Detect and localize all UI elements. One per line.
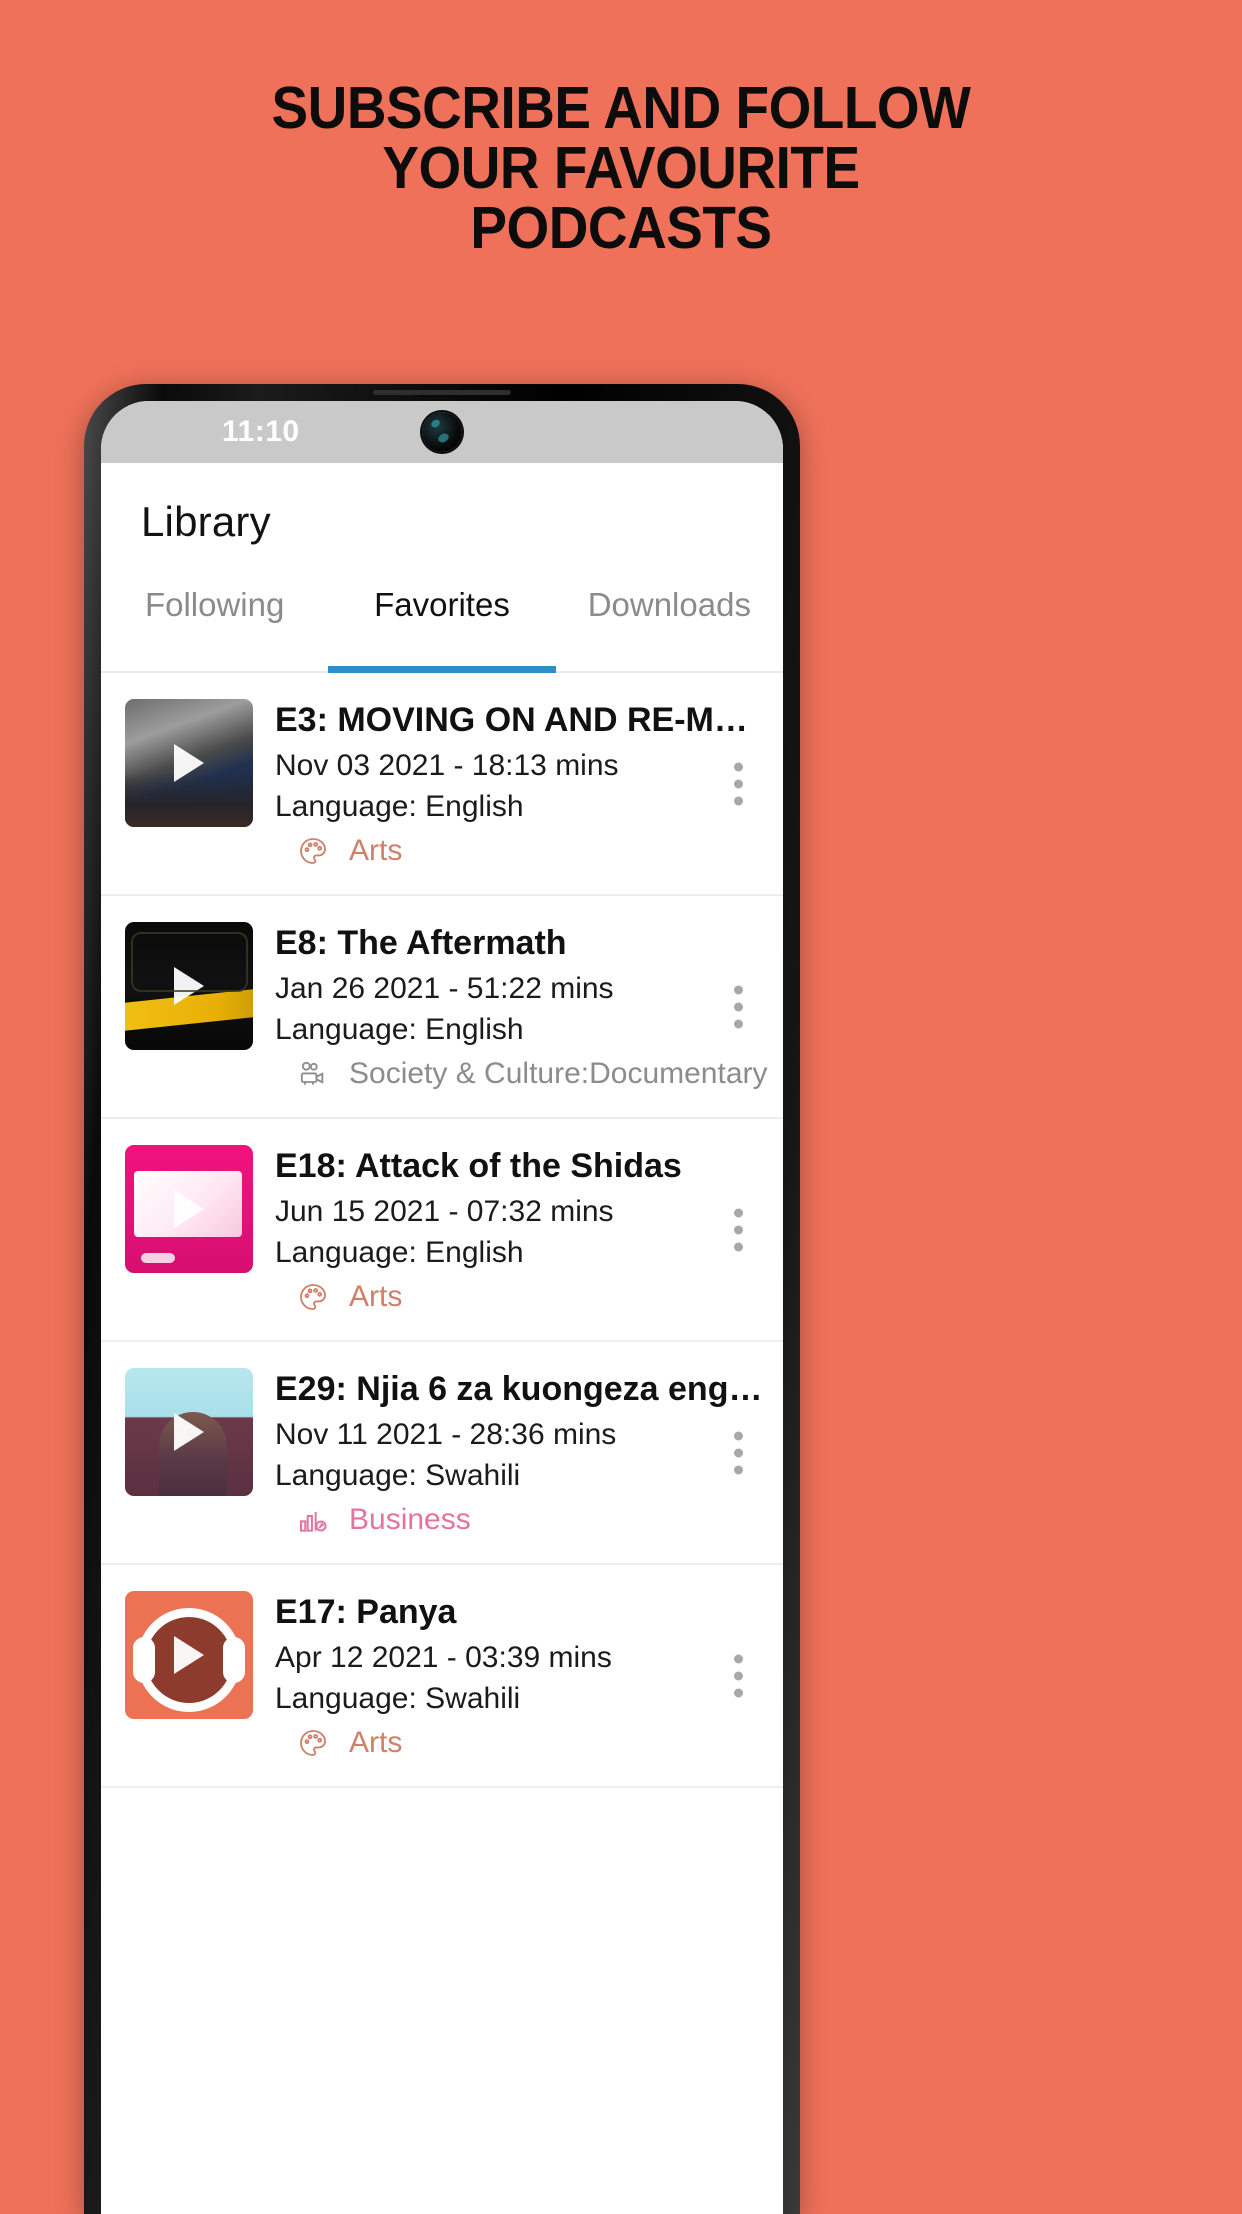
overflow-menu-icon[interactable] [733, 762, 743, 805]
episode-language: Language: Swahili [275, 1459, 521, 1492]
tab-downloads-label: Downloads [587, 586, 751, 623]
episode-meta: E17: Panya Apr 12 2021 - 03:39 mins Lang… [275, 1591, 783, 1760]
tab-favorites[interactable]: Favorites [328, 581, 556, 673]
promo-headline-line-2: YOUR FAVOURITE [382, 135, 860, 201]
episode-title: E8: The Aftermath [275, 924, 567, 962]
palette-icon [300, 1284, 326, 1310]
episode-title: E17: Panya [275, 1593, 457, 1631]
play-icon[interactable] [174, 967, 204, 1005]
tab-following[interactable]: Following [101, 581, 328, 671]
tab-downloads[interactable]: Downloads [556, 581, 783, 671]
promo-headline-line-3: PODCASTS [470, 195, 772, 261]
status-bar: 11:10 [101, 401, 783, 463]
episode-row[interactable]: E17: Panya Apr 12 2021 - 03:39 mins Lang… [101, 1565, 783, 1788]
play-icon[interactable] [174, 744, 204, 782]
episode-date-duration: Nov 03 2021 - 18:13 mins [275, 749, 619, 782]
episode-category[interactable]: Society & Culture:Documentary [297, 1057, 768, 1091]
promo-headline-line-1: SUBSCRIBE AND FOLLOW [271, 75, 971, 141]
overflow-menu-icon[interactable] [733, 1431, 743, 1474]
episode-category-label: Arts [349, 1280, 403, 1313]
palette-icon [300, 1730, 326, 1756]
promo-headline: SUBSCRIBE AND FOLLOW YOUR FAVOURITE PODC… [43, 78, 1198, 258]
tab-favorites-label: Favorites [374, 586, 510, 623]
episode-list: E3: MOVING ON AND RE-MARRYING Nov 03 202… [101, 673, 783, 1788]
episode-artwork[interactable] [125, 1145, 253, 1273]
phone-mockup: 11:10 Library Following Favorites Downlo… [84, 384, 800, 2214]
episode-title: E3: MOVING ON AND RE-MARRYING [275, 701, 767, 739]
app-bar: Library [101, 463, 783, 581]
status-bar-clock: 11:10 [222, 415, 300, 448]
play-icon[interactable] [174, 1413, 204, 1451]
overflow-menu-icon[interactable] [733, 985, 743, 1028]
episode-category[interactable]: Arts [297, 834, 767, 868]
play-icon[interactable] [174, 1636, 204, 1674]
episode-date-duration: Jun 15 2021 - 07:32 mins [275, 1195, 614, 1228]
episode-meta: E29: Njia 6 za kuongeza engagement kwe… … [275, 1368, 783, 1537]
front-camera-icon [422, 412, 462, 452]
episode-category-label: Arts [349, 834, 403, 867]
episode-meta: E3: MOVING ON AND RE-MARRYING Nov 03 202… [275, 699, 783, 868]
episode-row[interactable]: E3: MOVING ON AND RE-MARRYING Nov 03 202… [101, 673, 783, 896]
episode-artwork[interactable] [125, 699, 253, 827]
episode-language: Language: English [275, 1013, 524, 1046]
episode-artwork[interactable] [125, 1368, 253, 1496]
tab-following-label: Following [144, 586, 285, 623]
phone-screen: 11:10 Library Following Favorites Downlo… [101, 401, 783, 2214]
bar-chart-icon [300, 1512, 327, 1532]
episode-category[interactable]: Business [297, 1503, 767, 1537]
tab-bar: Following Favorites Downloads [101, 581, 783, 673]
palette-icon [300, 838, 326, 864]
episode-category[interactable]: Arts [297, 1280, 767, 1314]
video-camera-icon [300, 1061, 324, 1085]
episode-meta: E8: The Aftermath Jan 26 2021 - 51:22 mi… [275, 922, 783, 1091]
episode-category-label: Society & Culture:Documentary [349, 1057, 768, 1090]
play-icon[interactable] [174, 1190, 204, 1228]
overflow-menu-icon[interactable] [733, 1654, 743, 1697]
episode-meta: E18: Attack of the Shidas Jun 15 2021 - … [275, 1145, 783, 1314]
page-title: Library [141, 498, 271, 545]
episode-row[interactable]: E8: The Aftermath Jan 26 2021 - 51:22 mi… [101, 896, 783, 1119]
episode-category-label: Arts [349, 1726, 403, 1759]
episode-language: Language: English [275, 1236, 524, 1269]
episode-row[interactable]: E18: Attack of the Shidas Jun 15 2021 - … [101, 1119, 783, 1342]
episode-category[interactable]: Arts [297, 1726, 767, 1760]
episode-date-duration: Jan 26 2021 - 51:22 mins [275, 972, 614, 1005]
episode-language: Language: Swahili [275, 1682, 521, 1715]
episode-artwork[interactable] [125, 922, 253, 1050]
episode-title: E18: Attack of the Shidas [275, 1147, 682, 1185]
episode-title: E29: Njia 6 za kuongeza engagement kwe… [275, 1370, 767, 1408]
episode-category-label: Business [349, 1503, 471, 1536]
episode-row[interactable]: E29: Njia 6 za kuongeza engagement kwe… … [101, 1342, 783, 1565]
episode-date-duration: Apr 12 2021 - 03:39 mins [275, 1641, 612, 1674]
episode-date-duration: Nov 11 2021 - 28:36 mins [275, 1418, 617, 1451]
episode-language: Language: English [275, 790, 524, 823]
overflow-menu-icon[interactable] [733, 1208, 743, 1251]
episode-artwork[interactable] [125, 1591, 253, 1719]
